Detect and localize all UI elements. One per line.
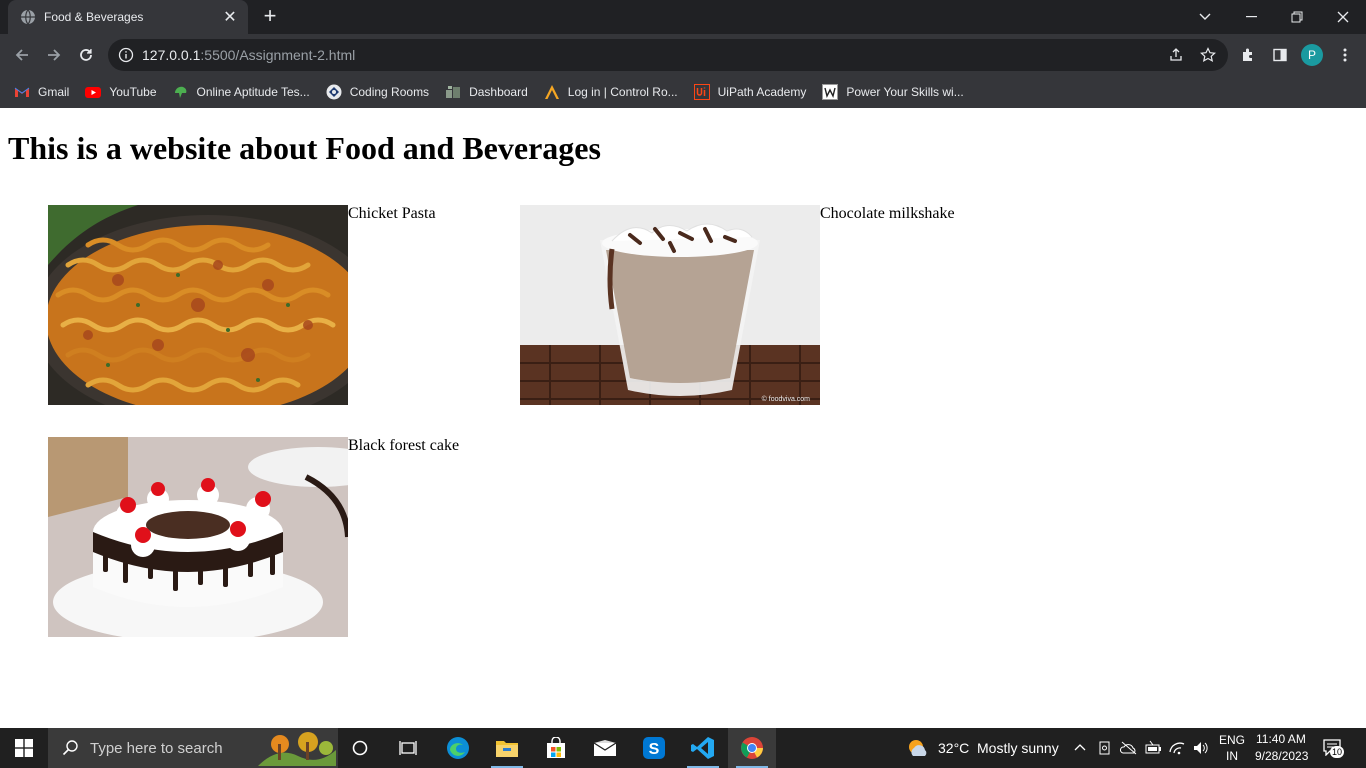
browser-tab[interactable]: Food & Beverages ✕	[8, 0, 248, 34]
clock-date[interactable]: 9/28/2023	[1255, 749, 1308, 763]
bookmark-label: Power Your Skills wi...	[846, 85, 964, 99]
close-window-icon[interactable]	[1320, 0, 1366, 34]
skype-icon[interactable]: S	[630, 728, 678, 768]
microsoft-store-icon[interactable]	[532, 728, 580, 768]
extensions-icon[interactable]	[1236, 43, 1260, 67]
volume-icon[interactable]	[1192, 740, 1210, 756]
windows-logo-icon	[15, 739, 33, 757]
bookmark-youtube[interactable]: YouTube	[85, 84, 157, 100]
food-caption: Black forest cake	[348, 437, 460, 454]
bookmark-label: UiPath Academy	[717, 85, 807, 99]
meet-now-icon[interactable]	[1098, 740, 1112, 756]
search-placeholder: Type here to search	[90, 739, 223, 757]
weather-icon[interactable]	[906, 738, 930, 758]
cortana-icon[interactable]	[336, 728, 384, 768]
svg-text:S: S	[649, 741, 660, 758]
skills-icon	[822, 84, 839, 100]
notification-badge: 10	[1330, 746, 1345, 758]
bookmark-label: Gmail	[38, 85, 70, 99]
share-icon[interactable]	[1168, 47, 1184, 63]
browser-toolbar: 127.0.0.1:5500/Assignment-2.html P	[0, 34, 1366, 76]
pasta-image	[48, 205, 348, 405]
chevron-up-icon[interactable]	[1074, 742, 1086, 752]
bookmark-gmail[interactable]: Gmail	[14, 84, 69, 100]
bookmark-skills[interactable]: Power Your Skills wi...	[822, 84, 964, 100]
clock-time[interactable]: 11:40 AM	[1256, 732, 1306, 746]
aptitude-icon	[174, 86, 186, 98]
url-host: 127.0.0.1	[142, 47, 201, 63]
back-icon[interactable]	[10, 43, 34, 67]
restore-icon[interactable]	[1274, 0, 1320, 34]
globe-icon	[21, 9, 35, 25]
taskbar-search-box[interactable]: Type here to search	[48, 728, 338, 768]
file-explorer-icon[interactable]	[483, 728, 531, 768]
bookmark-label: Coding Rooms	[349, 85, 430, 99]
tab-search-icon[interactable]	[1182, 0, 1228, 34]
weather-temp[interactable]: 32°C	[938, 740, 969, 756]
new-tab-icon[interactable]: +	[258, 5, 282, 29]
bookmark-control-room[interactable]: Log in | Control Ro...	[544, 84, 678, 100]
tab-title: Food & Beverages	[44, 10, 144, 24]
bookmark-aptitude[interactable]: Online Aptitude Tes...	[173, 84, 310, 100]
uipath-icon	[693, 84, 710, 100]
site-info-icon[interactable]	[118, 47, 134, 63]
bookmark-uipath[interactable]: UiPath Academy	[693, 84, 807, 100]
weather-text[interactable]: Mostly sunny	[977, 740, 1059, 756]
url-path: :5500/Assignment-2.html	[200, 47, 356, 63]
battery-icon[interactable]	[1144, 740, 1162, 756]
food-caption: Chocolate milkshake	[820, 205, 955, 222]
edge-icon[interactable]	[434, 728, 482, 768]
language-region[interactable]: IN	[1226, 749, 1238, 763]
notification-center[interactable]: 10	[1322, 738, 1348, 760]
gmail-icon	[14, 87, 30, 97]
task-view-icon[interactable]	[384, 728, 432, 768]
menu-icon[interactable]	[1333, 43, 1357, 67]
bookmarks-bar: Gmail YouTube Online Aptitude Tes... Cod…	[0, 76, 1366, 108]
youtube-icon	[85, 87, 102, 98]
url-text: 127.0.0.1:5500/Assignment-2.html	[142, 47, 355, 63]
bookmark-coding-rooms[interactable]: Coding Rooms	[326, 84, 429, 100]
windows-taskbar: Type here to search S 32°C Mostly sunny	[0, 728, 1366, 768]
start-button[interactable]	[0, 728, 48, 768]
profile-avatar[interactable]: P	[1301, 44, 1323, 66]
bookmark-label: Dashboard	[469, 85, 528, 99]
reload-icon[interactable]	[74, 43, 98, 67]
wifi-icon[interactable]	[1168, 740, 1186, 756]
minimize-icon[interactable]	[1228, 0, 1274, 34]
cake-image	[48, 437, 348, 637]
address-bar[interactable]: 127.0.0.1:5500/Assignment-2.html	[108, 39, 1228, 71]
language-code[interactable]: ENG	[1219, 733, 1245, 747]
bookmark-star-icon[interactable]	[1200, 47, 1216, 63]
food-caption: Chicket Pasta	[348, 205, 436, 222]
coding-rooms-icon	[326, 84, 342, 100]
chrome-icon[interactable]	[728, 728, 776, 768]
bookmark-label: Online Aptitude Tes...	[196, 85, 310, 99]
search-icon	[62, 740, 78, 756]
dashboard-icon	[446, 86, 461, 98]
side-panel-icon[interactable]	[1268, 43, 1292, 67]
search-highlight-icon	[258, 730, 336, 766]
control-room-icon	[544, 85, 559, 99]
watermark-text: © foodviva.com	[762, 395, 811, 403]
page-heading: This is a website about Food and Beverag…	[8, 130, 601, 166]
vscode-icon[interactable]	[679, 728, 727, 768]
bookmark-dashboard[interactable]: Dashboard	[445, 84, 528, 100]
web-page: This is a website about Food and Beverag…	[0, 108, 1366, 728]
milkshake-image: © foodviva.com	[520, 205, 820, 405]
bookmark-label: Log in | Control Ro...	[567, 85, 678, 99]
mail-icon[interactable]	[581, 728, 629, 768]
close-tab-icon[interactable]: ✕	[222, 7, 238, 27]
onedrive-off-icon[interactable]	[1120, 740, 1138, 756]
bookmark-label: YouTube	[109, 85, 157, 99]
browser-titlebar: Food & Beverages ✕ +	[0, 0, 1366, 34]
forward-icon[interactable]	[42, 43, 66, 67]
